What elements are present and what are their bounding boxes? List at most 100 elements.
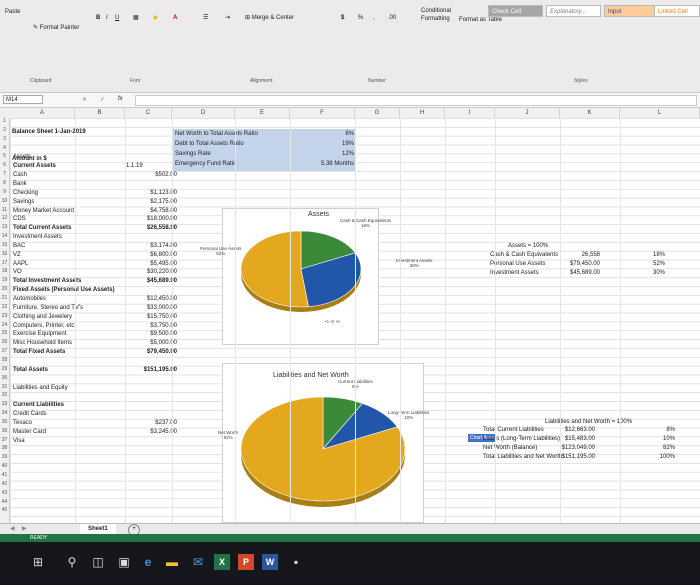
style-linked-cell[interactable]: Linked Cell xyxy=(654,5,700,17)
row-number[interactable]: 15 xyxy=(0,242,9,248)
row-number[interactable]: 33 xyxy=(0,401,9,407)
row-number[interactable]: 6 xyxy=(0,162,9,168)
row-number[interactable]: 17 xyxy=(0,260,9,266)
row-number[interactable]: 8 xyxy=(0,180,9,186)
column-header-b[interactable]: B xyxy=(75,108,125,118)
font-color-icon[interactable]: A xyxy=(170,12,180,24)
percent-button[interactable]: % xyxy=(355,12,366,24)
row-number[interactable]: 11 xyxy=(0,207,9,213)
pie-slice[interactable] xyxy=(240,230,309,308)
column-header-e[interactable]: E xyxy=(235,108,290,118)
row-number[interactable]: 13 xyxy=(0,224,9,230)
worksheet-grid[interactable]: 1 2 3 4 5 6 7 8 9 10 11 12 13 14 15 16 17 18 19 20 21 22 23 24 2… xyxy=(0,118,700,523)
row-number[interactable]: 20 xyxy=(0,286,9,292)
row-number[interactable]: 32 xyxy=(0,392,9,398)
row-number[interactable]: 43 xyxy=(0,490,9,496)
mail-icon[interactable]: ✉ xyxy=(190,554,206,570)
row-number[interactable]: 22 xyxy=(0,304,9,310)
row-number[interactable]: 16 xyxy=(0,251,9,257)
row-number[interactable]: 25 xyxy=(0,330,9,336)
merge-center-label: Merge & Center xyxy=(251,15,295,21)
row-number[interactable]: 26 xyxy=(0,339,9,345)
column-header-a[interactable]: A xyxy=(10,108,75,118)
row-number[interactable]: 45 xyxy=(0,507,9,513)
bold-button[interactable]: B xyxy=(93,12,103,24)
italic-button[interactable]: I xyxy=(103,12,111,24)
row-number[interactable]: 39 xyxy=(0,454,9,460)
formula-input[interactable] xyxy=(135,95,697,106)
row-number[interactable]: 35 xyxy=(0,419,9,425)
row-number[interactable]: 37 xyxy=(0,437,9,443)
edge-icon[interactable]: e xyxy=(140,554,156,570)
name-box[interactable]: M14 xyxy=(3,95,43,104)
row-number[interactable]: 10 xyxy=(0,198,9,204)
row-number[interactable]: 4 xyxy=(0,145,9,151)
cancel-icon[interactable]: ✕ xyxy=(82,96,87,103)
style-check-cell[interactable]: Check Cell xyxy=(488,5,543,17)
enter-icon[interactable]: ✓ xyxy=(100,96,105,103)
gridline xyxy=(125,118,126,523)
gridline xyxy=(10,118,11,523)
format-painter-button[interactable]: ✎ Format Painter xyxy=(30,22,82,34)
row-number[interactable]: 12 xyxy=(0,215,9,221)
tab-scroll-left-icon[interactable]: ◀ xyxy=(10,525,15,532)
row-number[interactable]: 34 xyxy=(0,410,9,416)
underline-button[interactable]: U xyxy=(112,12,122,24)
row-number[interactable]: 21 xyxy=(0,295,9,301)
row-number[interactable]: 9 xyxy=(0,189,9,195)
file-explorer-icon[interactable]: ▬ xyxy=(164,554,180,570)
row-number[interactable]: 14 xyxy=(0,233,9,239)
fx-icon[interactable]: fx xyxy=(118,96,123,102)
word-icon[interactable]: W xyxy=(262,554,278,570)
currency-button[interactable]: $ xyxy=(338,12,347,24)
row-number[interactable]: 44 xyxy=(0,499,9,505)
row-number[interactable]: 29 xyxy=(0,366,9,372)
liabilities-chart[interactable]: Liabilities and Net Worth xyxy=(222,363,424,523)
column-header-i[interactable]: I xyxy=(445,108,495,118)
task-view-icon[interactable]: ◫ xyxy=(90,554,106,570)
column-header-g[interactable]: G xyxy=(355,108,400,118)
row-number[interactable]: 31 xyxy=(0,384,9,390)
excel-taskbar-icon[interactable]: X xyxy=(214,554,230,570)
comma-button[interactable]: , xyxy=(370,12,378,24)
row-number[interactable]: 30 xyxy=(0,375,9,381)
indent-icon[interactable]: ⇥ xyxy=(222,12,233,24)
windows-start-icon[interactable]: ⊞ xyxy=(30,554,46,570)
row-number[interactable]: 40 xyxy=(0,463,9,469)
row-number[interactable]: 24 xyxy=(0,322,9,328)
merge-center-button[interactable]: ⊞ Merge & Center xyxy=(242,12,297,24)
column-header-k[interactable]: K xyxy=(560,108,620,118)
column-header-l[interactable]: L xyxy=(620,108,700,118)
style-input[interactable]: Input xyxy=(604,5,659,17)
borders-icon[interactable]: ▦ xyxy=(130,12,142,24)
align-icon[interactable]: ☰ xyxy=(200,12,211,24)
powerpoint-icon[interactable]: P xyxy=(238,554,254,570)
column-header-h[interactable]: H xyxy=(400,108,445,118)
search-icon[interactable]: ⚲ xyxy=(64,554,80,570)
fill-color-icon[interactable]: ◆ xyxy=(150,12,161,24)
style-explanatory[interactable]: Explanatory... xyxy=(546,5,601,17)
row-number[interactable]: 1 xyxy=(0,118,9,124)
column-header-f[interactable]: F xyxy=(290,108,355,118)
misc-app-icon[interactable]: ▪ xyxy=(288,554,304,570)
row-number[interactable]: 18 xyxy=(0,268,9,274)
row-number[interactable]: 41 xyxy=(0,472,9,478)
tab-scroll-right-icon[interactable]: ▶ xyxy=(22,525,27,532)
column-header-j[interactable]: J xyxy=(495,108,560,118)
row-number[interactable]: 3 xyxy=(0,136,9,142)
row-number[interactable]: 42 xyxy=(0,481,9,487)
column-header-d[interactable]: D xyxy=(172,108,235,118)
row-number[interactable]: 38 xyxy=(0,445,9,451)
row-number[interactable]: 36 xyxy=(0,428,9,434)
store-icon[interactable]: ▣ xyxy=(116,554,132,570)
row-number[interactable]: 5 xyxy=(0,153,9,159)
decimal-icon[interactable]: .00 xyxy=(385,12,399,24)
row-number[interactable]: 23 xyxy=(0,313,9,319)
row-number[interactable]: 2 xyxy=(0,127,9,133)
row-number[interactable]: 28 xyxy=(0,357,9,363)
row-number[interactable]: 7 xyxy=(0,171,9,177)
row-number[interactable]: 27 xyxy=(0,348,9,354)
row-number[interactable]: 19 xyxy=(0,277,9,283)
column-header-c[interactable]: C xyxy=(125,108,172,118)
paste-button[interactable]: Paste xyxy=(2,6,23,18)
